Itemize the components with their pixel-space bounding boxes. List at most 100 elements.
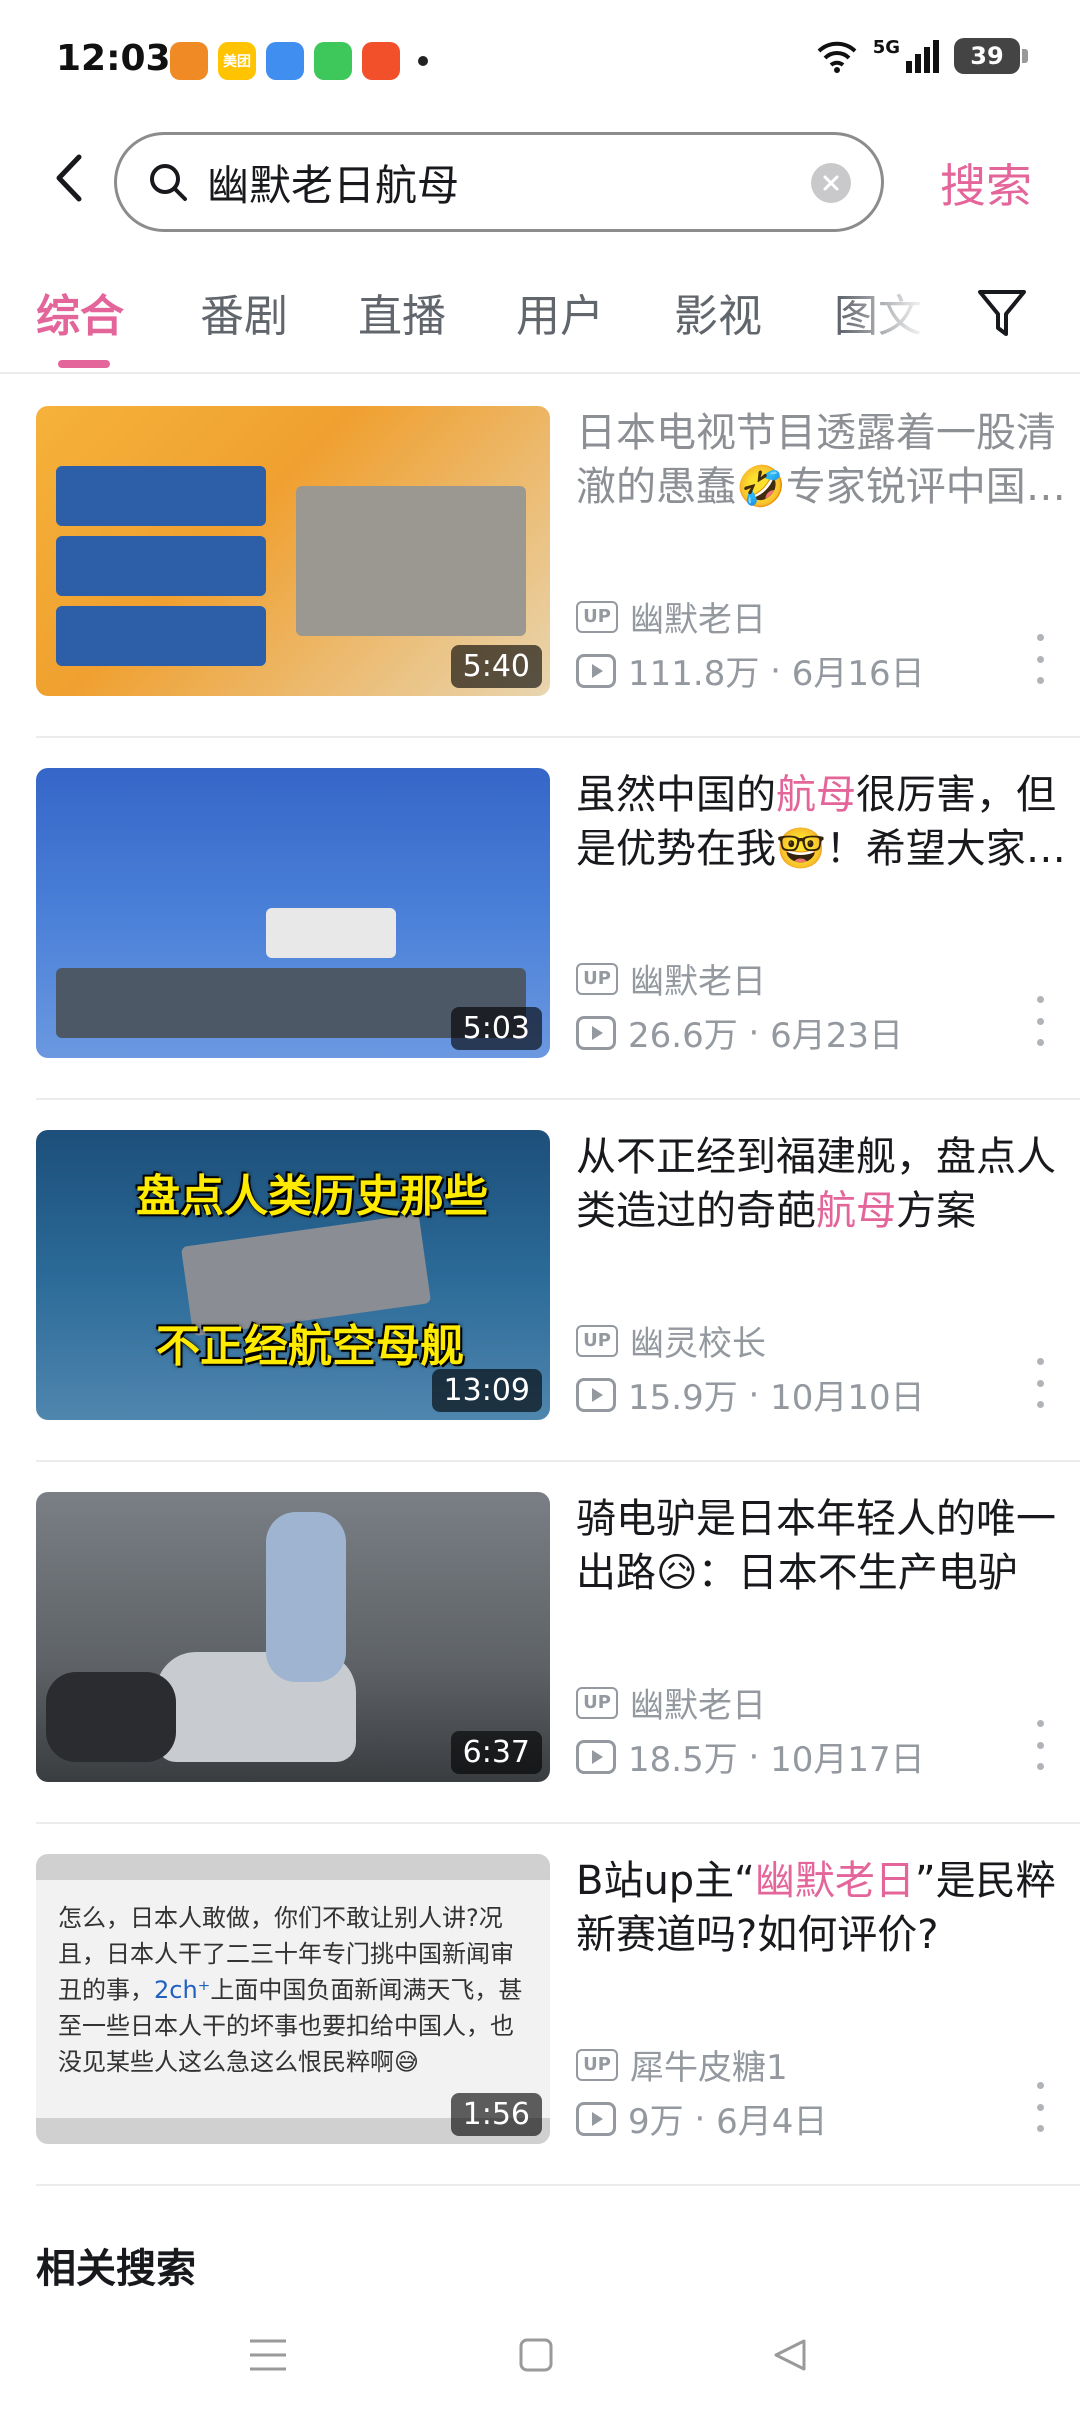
video-author[interactable]: UP 幽默老日 [576, 1678, 766, 1727]
tab-bangumi[interactable]: 番剧 [200, 280, 288, 344]
back-triangle-icon [774, 2339, 806, 2371]
notification-icons: 美团 [170, 42, 428, 80]
video-info: 日本电视节目透露着一股清澈的愚蠢🤣专家锐评中国航母 UP 幽默老日 111.8万… [576, 406, 1066, 696]
video-title[interactable]: 日本电视节目透露着一股清澈的愚蠢🤣专家锐评中国航母 [576, 406, 1066, 514]
video-thumbnail[interactable]: 5:03 [36, 768, 550, 1058]
video-author[interactable]: UP 犀牛皮糖1 [576, 2040, 788, 2089]
system-nav-bar [0, 2300, 1080, 2412]
nav-home-button[interactable] [506, 2330, 566, 2380]
title-keyword-highlight: 幽默老日 [754, 1858, 915, 1904]
filter-icon [978, 290, 1026, 336]
tab-users[interactable]: 用户 [516, 280, 604, 344]
more-notifications-icon [418, 56, 428, 66]
browser-app-icon [266, 42, 304, 80]
thumb-top-band [36, 1854, 550, 1880]
info-panel [56, 606, 266, 666]
tab-film-tv[interactable]: 影视 [674, 280, 762, 344]
video-stats: 15.9万 · 10月10日 [576, 1370, 925, 1419]
play-count-icon [576, 653, 616, 688]
battery-indicator: 39 [954, 38, 1028, 74]
video-info: 虽然中国的航母很厉害，但是优势在我🤓！希望大家理性看待 UP 幽默老日 26.6… [576, 768, 1066, 1058]
scooter-shape [46, 1672, 176, 1762]
result-item[interactable]: 怎么，日本人敢做，你们不敢让别人讲?况且，日本人干了二三十年专门挑中国新闻审丑的… [36, 1824, 1080, 2186]
video-title[interactable]: 从不正经到福建舰，盘点人类造过的奇葩航母方案 [576, 1130, 1066, 1238]
view-count: 111.8万 [628, 654, 760, 694]
tab-live[interactable]: 直播 [358, 280, 446, 344]
stats-separator: · [737, 1374, 771, 1415]
publish-date: 10月17日 [770, 1740, 925, 1780]
search-box[interactable] [114, 132, 884, 232]
author-name: 幽默老日 [630, 600, 766, 640]
tab-comprehensive[interactable]: 综合 [36, 280, 124, 344]
title-text: 骑电驴是日本年轻人的唯一出路😥：日本不生产电驴 [576, 1496, 1056, 1596]
video-info: B站up主“幽默老日”是民粹新赛道吗?如何评价? UP 犀牛皮糖1 9万 · 6… [576, 1854, 1066, 2144]
author-name: 幽灵校长 [630, 1324, 766, 1364]
video-thumbnail[interactable]: 怎么，日本人敢做，你们不敢让别人讲?况且，日本人干了二三十年专门挑中国新闻审丑的… [36, 1854, 550, 2144]
video-duration: 1:56 [450, 2093, 542, 2136]
search-icon [150, 164, 187, 201]
result-item[interactable]: 5:03 虽然中国的航母很厉害，但是优势在我🤓！希望大家理性看待 UP 幽默老日… [36, 738, 1080, 1100]
title-text: 虽然中国的 [576, 772, 776, 818]
more-options-button[interactable] [1030, 2082, 1050, 2132]
more-options-button[interactable] [1030, 1720, 1050, 1770]
up-badge-icon: UP [576, 1686, 618, 1719]
result-item[interactable]: 6:37 骑电驴是日本年轻人的唯一出路😥：日本不生产电驴 UP 幽默老日 18.… [36, 1462, 1080, 1824]
up-badge-icon: UP [576, 2048, 618, 2081]
search-tabs: 综合 番剧 直播 用户 影视 图文 [0, 270, 1080, 374]
status-indicators: 5G 39 [815, 36, 1028, 74]
view-count: 9万 [628, 2102, 684, 2142]
close-icon [823, 175, 839, 191]
thumbnail-caption-top: 盘点人类历史那些 [136, 1171, 488, 1222]
more-options-button[interactable] [1030, 996, 1050, 1046]
publish-date: 6月23日 [770, 1016, 904, 1056]
filter-button[interactable] [976, 286, 1028, 342]
video-duration: 5:03 [450, 1007, 542, 1050]
video-thumbnail[interactable]: 6:37 [36, 1492, 550, 1782]
video-thumbnail[interactable]: 盘点人类历史那些 不正经航空母舰 13:09 [36, 1130, 550, 1420]
result-item[interactable]: 5:40 日本电视节目透露着一股清澈的愚蠢🤣专家锐评中国航母 UP 幽默老日 1… [36, 376, 1080, 738]
view-count: 18.5万 [628, 1740, 738, 1780]
title-text: 方案 [896, 1188, 976, 1234]
play-count-icon [576, 1739, 616, 1774]
up-badge-icon: UP [576, 600, 618, 633]
play-count-icon [576, 1015, 616, 1050]
video-duration: 6:37 [450, 1731, 542, 1774]
video-stats: 111.8万 · 6月16日 [576, 646, 925, 695]
author-name: 犀牛皮糖1 [630, 2048, 788, 2088]
video-info: 从不正经到福建舰，盘点人类造过的奇葩航母方案 UP 幽灵校长 15.9万 · 1… [576, 1130, 1066, 1420]
video-thumbnail[interactable]: 5:40 [36, 406, 550, 696]
more-options-button[interactable] [1030, 1358, 1050, 1408]
video-title[interactable]: 骑电驴是日本年轻人的唯一出路😥：日本不生产电驴 [576, 1492, 1066, 1600]
publish-date: 10月10日 [770, 1378, 925, 1418]
nav-menu-button[interactable] [238, 2330, 298, 2380]
stats-separator: · [737, 1012, 771, 1053]
clear-search-button[interactable] [811, 163, 851, 203]
stats-separator: · [683, 2098, 717, 2139]
video-author[interactable]: UP 幽默老日 [576, 954, 766, 1003]
more-options-button[interactable] [1030, 634, 1050, 684]
network-type: 5G [872, 36, 900, 58]
up-badge-icon: UP [576, 962, 618, 995]
play-count-icon [576, 2101, 616, 2136]
title-text: B站up主“ [576, 1858, 755, 1904]
video-title[interactable]: B站up主“幽默老日”是民粹新赛道吗?如何评价? [576, 1854, 1066, 1962]
nav-back-button[interactable] [760, 2330, 820, 2380]
video-title[interactable]: 虽然中国的航母很厉害，但是优势在我🤓！希望大家理性看待 [576, 768, 1066, 876]
search-input[interactable] [207, 157, 767, 207]
menu-icon [250, 2339, 286, 2371]
search-results: 5:40 日本电视节目透露着一股清澈的愚蠢🤣专家锐评中国航母 UP 幽默老日 1… [0, 376, 1080, 2186]
label-card [266, 908, 396, 958]
back-button[interactable] [40, 146, 96, 210]
video-author[interactable]: UP 幽默老日 [576, 592, 766, 641]
video-stats: 18.5万 · 10月17日 [576, 1732, 925, 1781]
video-author[interactable]: UP 幽灵校长 [576, 1316, 766, 1365]
result-item[interactable]: 盘点人类历史那些 不正经航空母舰 13:09 从不正经到福建舰，盘点人类造过的奇… [36, 1100, 1080, 1462]
publish-date: 6月4日 [716, 2102, 828, 2142]
view-count: 26.6万 [628, 1016, 738, 1056]
search-header: 搜索 [0, 120, 1080, 240]
search-submit-button[interactable]: 搜索 [940, 150, 1032, 216]
rider-shape [266, 1512, 346, 1682]
status-time: 12:03 [56, 38, 171, 79]
video-duration: 13:09 [431, 1369, 542, 1412]
wifi-icon [817, 41, 857, 73]
